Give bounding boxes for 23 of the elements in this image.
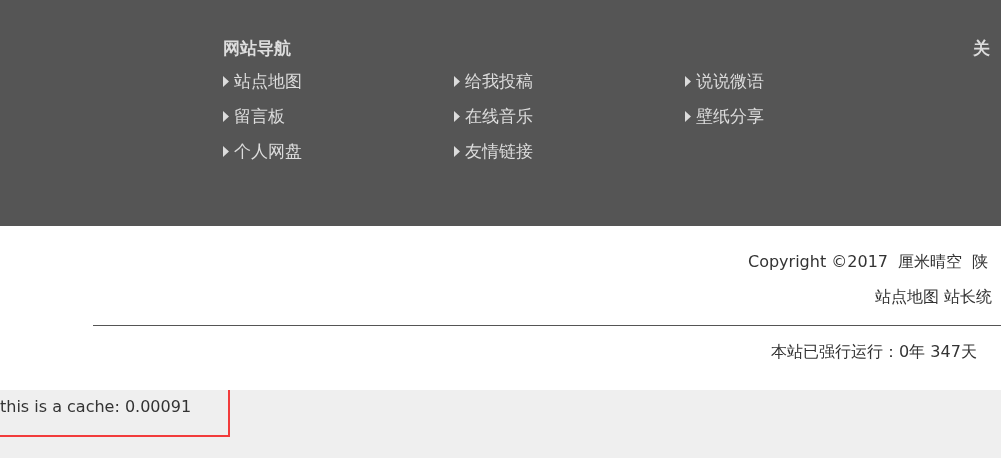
triangle-icon bbox=[685, 75, 691, 87]
section-title: 关 bbox=[973, 37, 990, 60]
triangle-icon bbox=[454, 75, 460, 87]
footer-link[interactable]: 站点地图 bbox=[875, 286, 939, 308]
nav-link[interactable]: 给我投稿 bbox=[454, 69, 533, 93]
nav-link[interactable]: 留言板 bbox=[223, 104, 285, 128]
nav-link[interactable]: 友情链接 bbox=[454, 139, 533, 163]
triangle-icon bbox=[454, 145, 460, 157]
nav-link[interactable]: 壁纸分享 bbox=[685, 104, 764, 128]
section-title: 网站导航 bbox=[223, 37, 291, 60]
nav-link[interactable]: 说说微语 bbox=[685, 69, 764, 93]
nav-link[interactable]: 站点地图 bbox=[223, 69, 302, 93]
triangle-icon bbox=[223, 145, 229, 157]
triangle-icon bbox=[223, 110, 229, 122]
triangle-icon bbox=[454, 110, 460, 122]
triangle-icon bbox=[223, 75, 229, 87]
triangle-icon bbox=[685, 110, 691, 122]
footer-link[interactable]: 站长统 bbox=[944, 286, 992, 308]
nav-link[interactable]: 在线音乐 bbox=[454, 104, 533, 128]
uptime-text: 本站已强行运行：0年 347天 bbox=[771, 341, 977, 363]
nav-link[interactable]: 个人网盘 bbox=[223, 139, 302, 163]
copyright-text: Copyright ©2017 厘米晴空 陕 bbox=[748, 251, 989, 273]
cache-text: this is a cache: 0.00091 bbox=[0, 396, 192, 418]
